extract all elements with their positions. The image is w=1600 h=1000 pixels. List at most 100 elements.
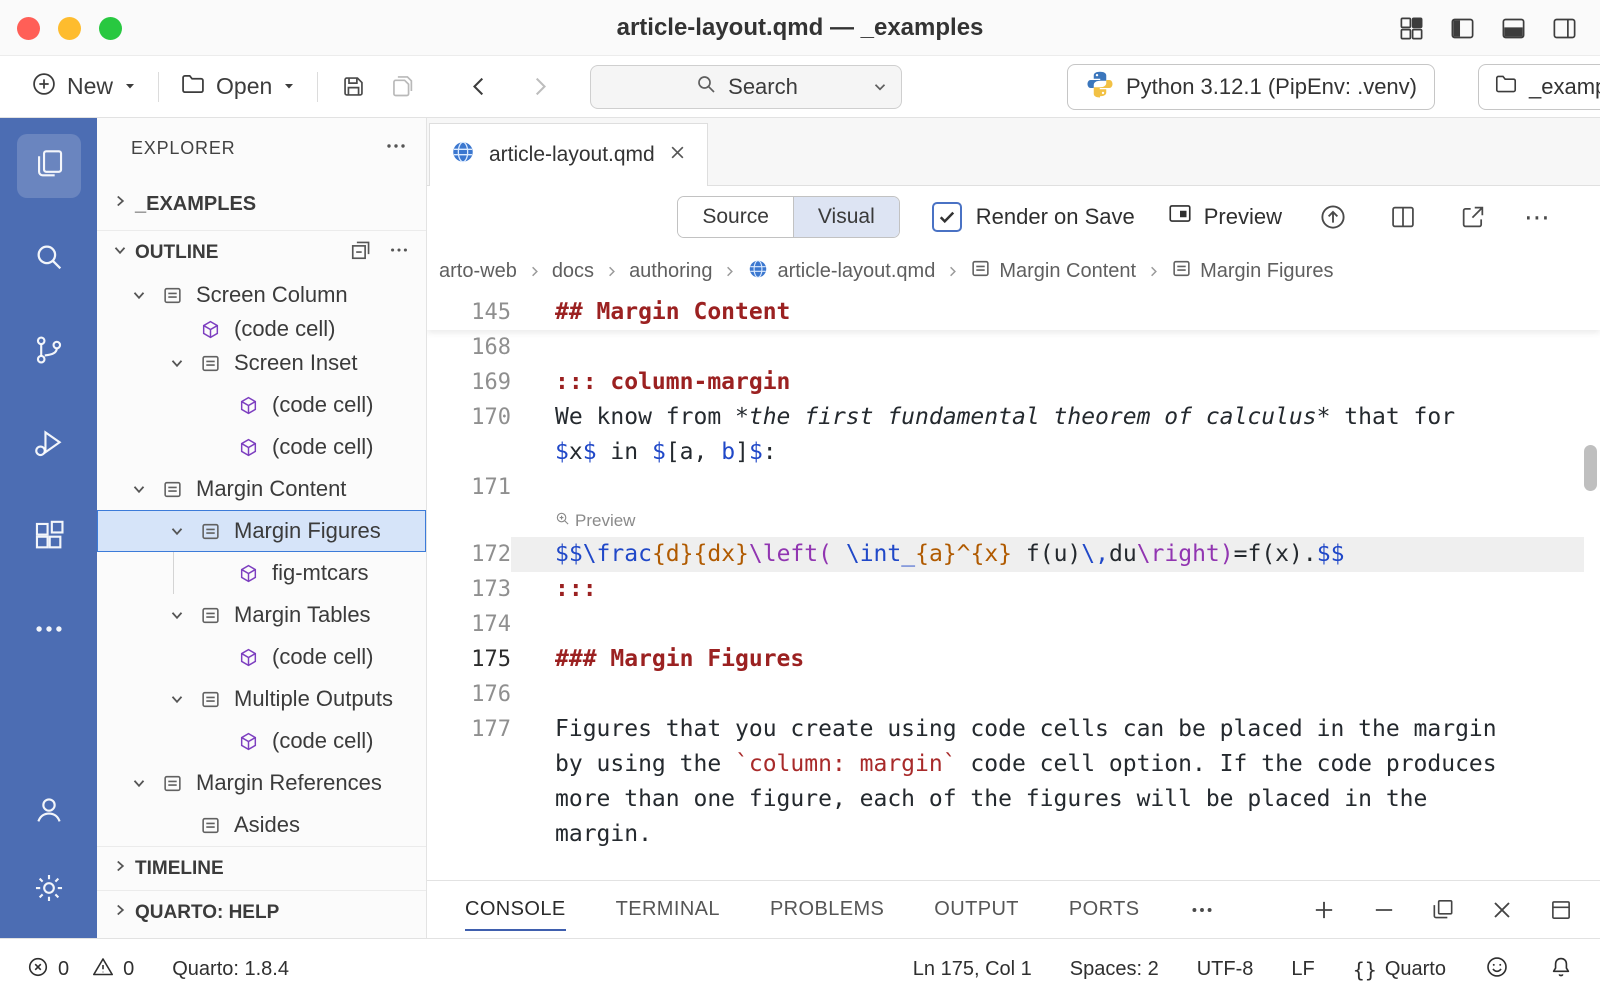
panel-minimize-icon[interactable] [1370, 896, 1398, 924]
chevron-down-icon[interactable] [158, 522, 196, 540]
feedback-button[interactable] [1484, 954, 1510, 986]
chevron-down-icon[interactable] [120, 286, 158, 304]
code-line[interactable]: 175### Margin Figures [427, 642, 1600, 677]
outline-item-margin-tables[interactable]: Margin Tables [97, 594, 426, 636]
editor-tab-article-layout[interactable]: article-layout.qmd [429, 123, 708, 186]
breadcrumb-item-docs[interactable]: docs [552, 260, 594, 283]
outline-item-margin-content[interactable]: Margin Content [97, 468, 426, 510]
outline-item-fig-mtcars[interactable]: fig-mtcars [97, 552, 426, 594]
minimize-window-button[interactable] [58, 17, 81, 40]
code-line[interactable]: by using the `column: margin` code cell … [427, 747, 1600, 782]
code-line[interactable]: 177Figures that you create using code ce… [427, 712, 1600, 747]
more-activity-button[interactable] [17, 599, 81, 663]
outline-item-margin-references[interactable]: Margin References [97, 762, 426, 804]
panel-plus-icon[interactable] [1310, 896, 1338, 924]
explorer-activity-button[interactable] [17, 134, 81, 198]
outline-item-margin-figures[interactable]: Margin Figures [97, 510, 426, 552]
panel-split-icon[interactable] [1430, 897, 1456, 923]
workspace-section-header[interactable]: _EXAMPLES [97, 178, 426, 230]
code-line[interactable]: more than one figure, each of the figure… [427, 782, 1600, 817]
sidebar-more-actions-icon[interactable] [384, 134, 408, 163]
code-line[interactable]: 169::: column-margin [427, 365, 1600, 400]
settings-button[interactable] [17, 858, 81, 922]
extensions-activity-button[interactable] [17, 506, 81, 570]
code-line[interactable]: 173::: [427, 572, 1600, 607]
code-line[interactable]: 174 [427, 607, 1600, 642]
toggle-bottom-panel-icon[interactable] [1500, 15, 1527, 42]
outline-item-screen-column[interactable]: Screen Column [97, 274, 426, 316]
workspace-folder-button[interactable]: _examples [1478, 64, 1600, 110]
render-on-save-checkbox[interactable] [932, 202, 962, 232]
editor-more-actions-icon[interactable]: ⋯ [1524, 202, 1552, 233]
encoding-status[interactable]: UTF-8 [1197, 958, 1254, 981]
toggle-left-sidebar-icon[interactable] [1449, 15, 1476, 42]
quarto-version-status[interactable]: Quarto: 1.8.4 [172, 958, 289, 981]
visual-mode-button[interactable]: Visual [793, 197, 899, 237]
save-all-button[interactable] [378, 64, 428, 110]
code-line[interactable]: 168 [427, 330, 1600, 365]
timeline-section-header[interactable]: TIMELINE [97, 846, 426, 890]
toggle-right-sidebar-icon[interactable] [1551, 15, 1578, 42]
outline-item-code-cell[interactable]: (code cell) [97, 720, 426, 762]
panel-tab-terminal[interactable]: TERMINAL [616, 881, 720, 938]
editor-scrollbar-thumb[interactable] [1584, 445, 1597, 491]
chevron-down-icon[interactable] [158, 606, 196, 624]
close-tab-icon[interactable] [668, 143, 687, 168]
problems-status-button[interactable]: 0 0 [26, 955, 134, 985]
global-search-input[interactable]: Search [590, 65, 902, 109]
code-line[interactable]: $x$ in $[a, b]$: [427, 435, 1600, 470]
panel-maximize-icon[interactable] [1548, 897, 1574, 923]
account-button[interactable] [17, 780, 81, 844]
chevron-down-icon[interactable] [158, 354, 196, 372]
open-in-new-window-icon[interactable] [1454, 198, 1492, 236]
outline-more-actions-icon[interactable] [388, 239, 410, 267]
panel-more-actions-icon[interactable] [1189, 897, 1215, 923]
code-line[interactable]: 172$$\frac{d}{dx}\left( \int_{a}^{x} f(u… [427, 537, 1600, 572]
breadcrumb-item-arto-web[interactable]: arto-web [439, 260, 517, 283]
zoom-window-button[interactable] [99, 17, 122, 40]
cursor-position-status[interactable]: Ln 175, Col 1 [913, 958, 1032, 981]
code-line[interactable]: 176 [427, 677, 1600, 712]
navigate-forward-button[interactable] [514, 64, 564, 110]
interpreter-selector[interactable]: Python 3.12.1 (PipEnv: .venv) [1067, 64, 1435, 110]
notifications-button[interactable] [1548, 954, 1574, 986]
code-line[interactable]: 171 [427, 470, 1600, 505]
panel-tab-ports[interactable]: PORTS [1069, 881, 1140, 938]
code-line[interactable]: 170We know from *the first fundamental t… [427, 400, 1600, 435]
run-debug-activity-button[interactable] [17, 413, 81, 477]
chevron-down-icon[interactable] [120, 774, 158, 792]
code-line[interactable]: 145## Margin Content [427, 295, 1600, 330]
outline-item-asides[interactable]: Asides [97, 804, 426, 846]
source-control-activity-button[interactable] [17, 320, 81, 384]
breadcrumb-item-margin-content[interactable]: Margin Content [970, 258, 1136, 285]
indentation-status[interactable]: Spaces: 2 [1070, 958, 1159, 981]
quarto-help-section-header[interactable]: QUARTO: HELP [97, 890, 426, 934]
chevron-down-icon[interactable] [120, 480, 158, 498]
preview-button[interactable]: Preview [1167, 201, 1282, 233]
outline-item-code-cell[interactable]: (code cell) [97, 426, 426, 468]
source-mode-button[interactable]: Source [678, 197, 793, 237]
outline-item-code-cell[interactable]: (code cell) [97, 316, 426, 342]
outline-item-code-cell[interactable]: (code cell) [97, 636, 426, 678]
customize-layout-icon[interactable] [1398, 15, 1425, 42]
collapse-all-icon[interactable] [350, 239, 372, 267]
save-button[interactable] [328, 64, 378, 110]
outline-item-code-cell[interactable]: (code cell) [97, 384, 426, 426]
panel-tab-console[interactable]: CONSOLE [465, 881, 566, 938]
outline-item-screen-inset[interactable]: Screen Inset [97, 342, 426, 384]
new-button[interactable]: New [20, 64, 148, 110]
outline-item-multiple-outputs[interactable]: Multiple Outputs [97, 678, 426, 720]
chevron-down-icon[interactable] [158, 690, 196, 708]
search-activity-button[interactable] [17, 227, 81, 291]
publish-icon[interactable] [1314, 198, 1352, 236]
code-line[interactable]: margin. [427, 817, 1600, 852]
panel-tab-output[interactable]: OUTPUT [934, 881, 1019, 938]
panel-close-icon[interactable] [1488, 896, 1516, 924]
outline-section-header[interactable]: OUTLINE [97, 230, 426, 274]
breadcrumb-item-margin-figures[interactable]: Margin Figures [1171, 258, 1333, 285]
language-mode-status[interactable]: {} Quarto [1353, 958, 1446, 982]
close-window-button[interactable] [17, 17, 40, 40]
panel-tab-problems[interactable]: PROBLEMS [770, 881, 884, 938]
open-button[interactable]: Open [169, 64, 307, 110]
breadcrumb-item-authoring[interactable]: authoring [629, 260, 712, 283]
